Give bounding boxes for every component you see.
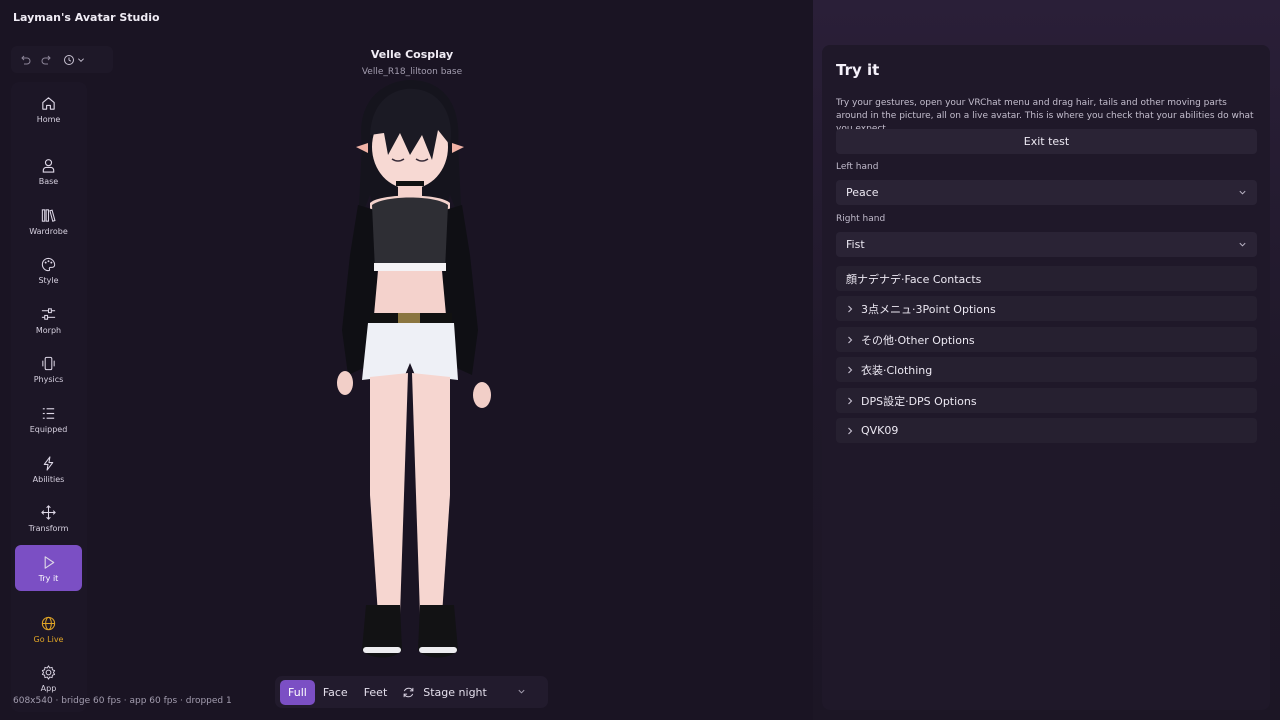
history-button[interactable] — [63, 54, 85, 66]
section-dps-options[interactable]: DPS設定·DPS Options — [836, 388, 1257, 413]
stage-select[interactable]: Stage night — [421, 686, 526, 699]
reset-view-button[interactable] — [395, 686, 421, 699]
section-label: 衣装·Clothing — [861, 363, 933, 377]
nav-morph-label: Morph — [35, 325, 62, 335]
view-full-button[interactable]: Full — [280, 679, 315, 705]
view-toolbar: Full Face Feet Stage night — [275, 676, 548, 708]
section-qvk09[interactable]: QVK09 — [836, 418, 1257, 443]
avatar-figure[interactable] — [300, 75, 520, 665]
exit-test-button[interactable]: Exit test — [836, 129, 1257, 154]
section-label: その他·Other Options — [861, 333, 975, 347]
nav-abilities[interactable]: Abilities — [15, 446, 82, 492]
left-hand-select[interactable]: Peace — [836, 180, 1257, 205]
section-label: 3点メニュ·3Point Options — [861, 302, 996, 316]
chevron-down-icon — [1239, 190, 1246, 195]
panel-title: Try it — [836, 61, 880, 79]
nav-tryit[interactable]: Try it — [15, 545, 82, 591]
palette-icon — [41, 257, 56, 271]
sliders-icon — [41, 307, 56, 320]
section-label: QVK09 — [861, 424, 899, 437]
nav-home-label: Home — [36, 114, 61, 124]
list-icon — [42, 407, 55, 419]
right-hand-value: Fist — [846, 238, 865, 251]
view-face-button[interactable]: Face — [315, 680, 356, 705]
right-hand-label: Right hand — [836, 214, 886, 224]
right-hand-select[interactable]: Fist — [836, 232, 1257, 257]
history-icon — [64, 54, 74, 65]
nav-equipped-label: Equipped — [29, 424, 68, 434]
chevron-down-icon — [1239, 242, 1246, 247]
move-icon — [41, 504, 56, 520]
section-label: 顔ナデナデ·Face Contacts — [846, 272, 982, 286]
nav-golive[interactable]: Go Live — [15, 606, 82, 652]
nav-wardrobe-label: Wardrobe — [29, 226, 68, 236]
vibrate-icon — [42, 356, 55, 370]
globe-icon — [41, 616, 56, 630]
nav-golive-label: Go Live — [33, 634, 64, 644]
redo-icon — [41, 55, 51, 64]
app-title: Layman's Avatar Studio — [13, 11, 160, 24]
chevron-down-icon — [78, 57, 84, 62]
section-other-options[interactable]: その他·Other Options — [836, 327, 1257, 352]
play-icon — [44, 555, 55, 569]
section-3point-options[interactable]: 3点メニュ·3Point Options — [836, 296, 1257, 321]
nav-style[interactable]: Style — [15, 247, 82, 293]
nav-transform-label: Transform — [28, 523, 69, 533]
lightning-icon — [43, 455, 54, 471]
chevron-right-icon — [848, 336, 853, 343]
nav-home[interactable]: Home — [15, 86, 82, 132]
chevron-right-icon — [848, 427, 853, 434]
nav-base-label: Base — [38, 176, 59, 186]
refresh-icon — [403, 687, 414, 697]
redo-button[interactable] — [41, 54, 53, 66]
left-hand-value: Peace — [846, 186, 879, 199]
section-face-contacts[interactable]: 顔ナデナデ·Face Contacts — [836, 266, 1257, 291]
home-icon — [42, 96, 55, 110]
view-feet-button[interactable]: Feet — [356, 680, 396, 705]
library-icon — [41, 208, 56, 222]
nav-physics-label: Physics — [33, 374, 64, 384]
section-label: DPS設定·DPS Options — [861, 394, 977, 408]
chevron-right-icon — [848, 366, 853, 373]
nav-style-label: Style — [38, 275, 59, 285]
section-clothing[interactable]: 衣装·Clothing — [836, 357, 1257, 382]
nav-app[interactable]: App — [15, 656, 82, 700]
nav-physics[interactable]: Physics — [15, 346, 82, 392]
avatar-name: Velle Cosplay — [370, 48, 454, 61]
gear-icon — [41, 664, 56, 680]
chevron-right-icon — [848, 397, 853, 404]
nav-transform[interactable]: Transform — [15, 495, 82, 541]
nav-morph[interactable]: Morph — [15, 297, 82, 343]
left-hand-label: Left hand — [836, 162, 879, 172]
stage-select-value: Stage night — [423, 685, 487, 699]
nav-wardrobe[interactable]: Wardrobe — [15, 198, 82, 244]
undo-icon — [21, 55, 31, 64]
render-stats: 608x540 · bridge 60 fps · app 60 fps · d… — [13, 696, 232, 706]
nav-abilities-label: Abilities — [32, 474, 65, 484]
chevron-down-icon — [518, 689, 525, 694]
chevron-right-icon — [848, 305, 853, 312]
nav-app-label: App — [40, 683, 57, 693]
person-icon — [42, 158, 55, 173]
nav-tryit-label: Try it — [38, 573, 59, 583]
nav-base[interactable]: Base — [15, 148, 82, 194]
nav-equipped[interactable]: Equipped — [15, 396, 82, 442]
undo-button[interactable] — [19, 54, 31, 66]
